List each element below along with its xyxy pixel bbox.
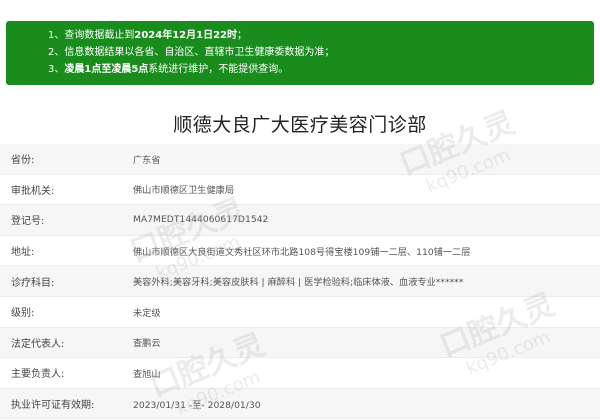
table-row-legal-rep: 法定代表人: 查鹏云: [0, 327, 600, 359]
field-value: 查旭山: [133, 368, 161, 380]
field-label: 级别:: [11, 308, 35, 320]
field-label: 诊疗科目:: [11, 277, 55, 289]
table-row-authority: 审批机关: 佛山市顺德区卫生健康局: [0, 175, 600, 206]
notice-line-3: 3、凌晨1点至凌晨5点系统进行维护，不能提供查询。: [48, 61, 594, 78]
field-label: 省份:: [11, 155, 35, 167]
field-value: 美容外科;美容牙科;美容皮肤科 | 麻醉科 | 医学检验科;临床体液、血液专业*…: [133, 277, 464, 289]
notice-line-1-suffix: ；: [237, 30, 247, 41]
notice-line-3-bold: 凌晨1点至凌晨5点: [64, 64, 149, 75]
field-label: 执业许可证有效期:: [11, 400, 95, 412]
table-row-principal: 主要负责人: 查旭山: [0, 358, 600, 389]
notice-line-3-suffix: 系统进行维护，不能提供查询。: [148, 64, 289, 75]
field-value: 未定级: [133, 307, 161, 319]
table-row-province: 省份: 广东省: [0, 144, 600, 175]
field-value: 佛山市顺德区卫生健康局: [133, 185, 235, 197]
notice-line-2: 2、信息数据结果以各省、自治区、直辖市卫生健康委数据为准；: [48, 47, 335, 58]
field-label: 登记号:: [11, 216, 45, 228]
field-label: 地址:: [11, 247, 35, 259]
table-row-level: 级别: 未定级: [0, 297, 600, 328]
notice-line-3-prefix: 3、: [48, 64, 65, 75]
page: 1、查询数据截止到2024年12月1日22时； 2、信息数据结果以各省、自治区、…: [0, 0, 600, 420]
notice-banner: 1、查询数据截止到2024年12月1日22时； 2、信息数据结果以各省、自治区、…: [6, 21, 594, 85]
page-title: 顺德大良广大医疗美容门诊部: [173, 114, 427, 136]
field-value: 佛山市顺德区大良街道文秀社区环市北路108号得宝楼109铺一二层、110铺一二层: [133, 246, 471, 258]
info-table: 省份: 广东省 审批机关: 佛山市顺德区卫生健康局 登记号: MA7MEDT14…: [0, 144, 600, 420]
table-row-departments: 诊疗科目: 美容外科;美容牙科;美容皮肤科 | 麻醉科 | 医学检验科;临床体液…: [0, 266, 600, 297]
field-value: 广东省: [133, 154, 161, 166]
field-label: 法定代表人:: [11, 338, 65, 350]
table-row-address: 地址: 佛山市顺德区大良街道文秀社区环市北路108号得宝楼109铺一二层、110…: [0, 236, 600, 267]
field-value: MA7MEDT1444060617D1542: [133, 214, 269, 226]
notice-line-1: 1、查询数据截止到2024年12月1日22时；: [48, 27, 594, 44]
field-label: 主要负责人:: [11, 369, 65, 381]
table-row-registration: 登记号: MA7MEDT1444060617D1542: [0, 205, 600, 236]
field-value: 查鹏云: [133, 338, 161, 350]
field-value: 2023/01/31 -至- 2028/01/30: [133, 399, 261, 411]
notice-line-1-bold: 2024年12月1日22时: [134, 30, 237, 41]
table-row-license-validity: 执业许可证有效期: 2023/01/31 -至- 2028/01/30: [0, 388, 600, 420]
notice-line-1-prefix: 1、查询数据截止到: [48, 30, 135, 41]
field-label: 审批机关:: [11, 185, 55, 197]
